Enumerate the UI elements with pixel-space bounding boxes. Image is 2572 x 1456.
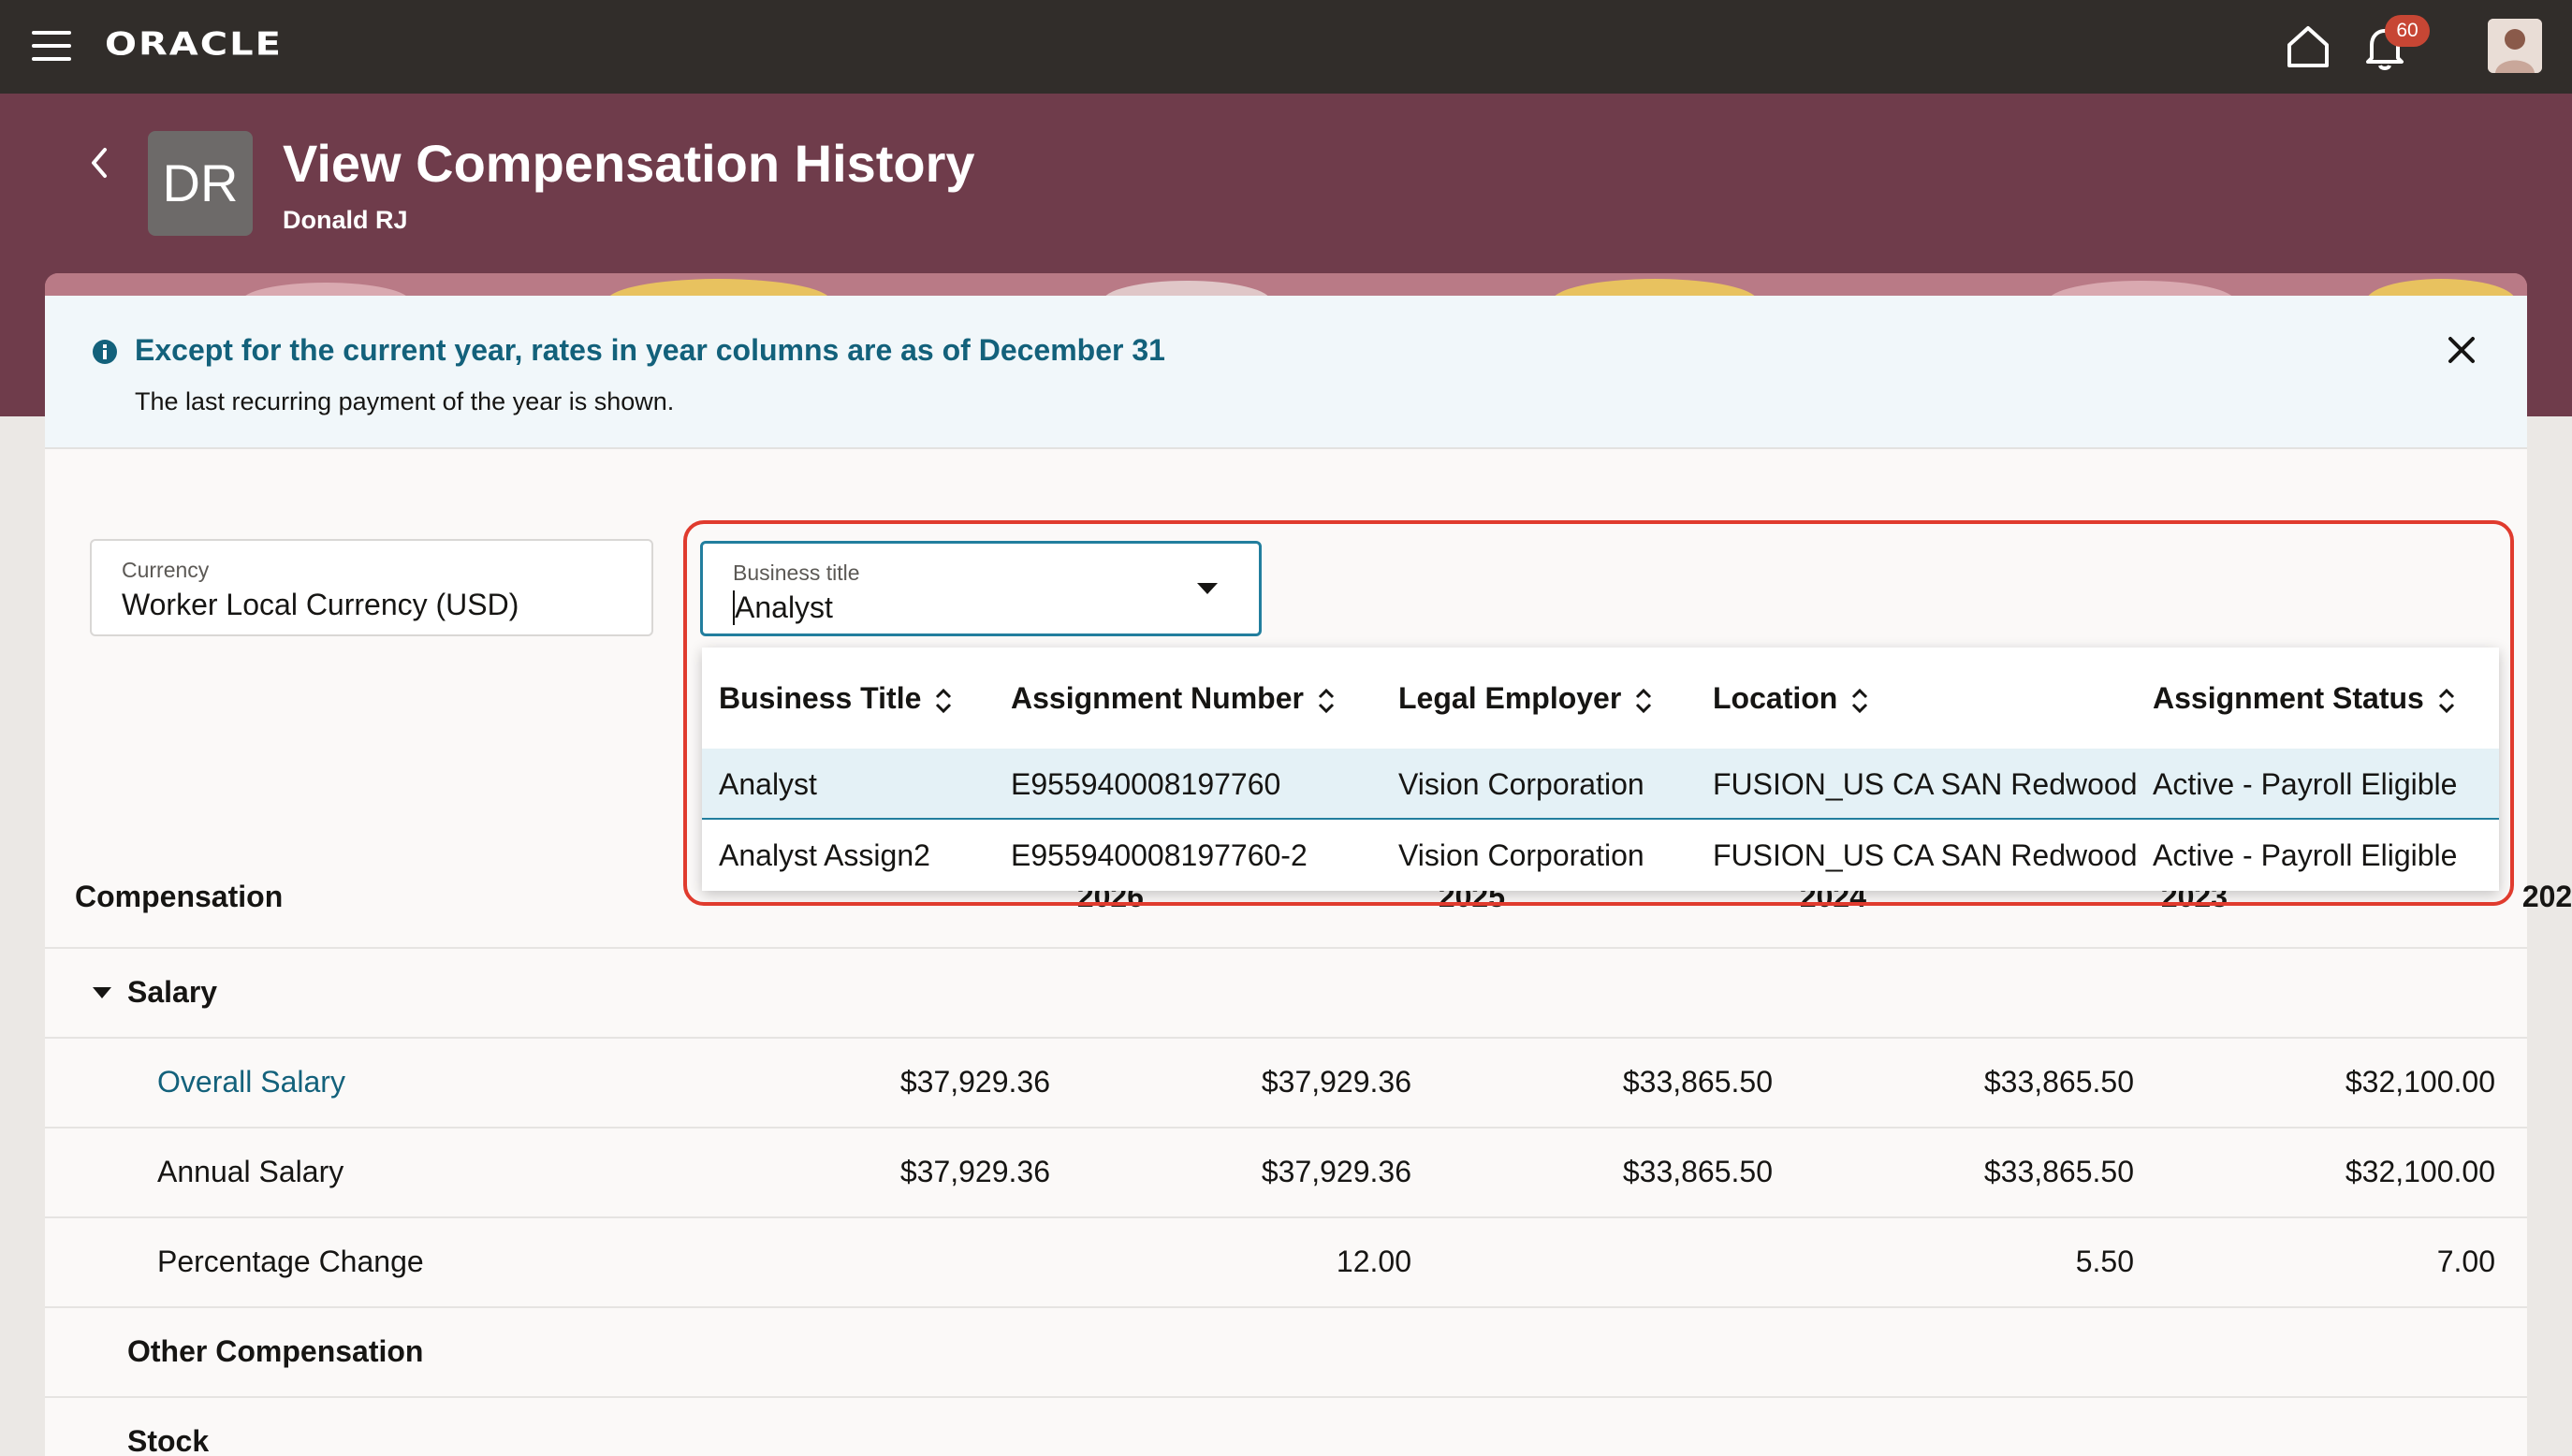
value-cell: 12.00 [1336, 1245, 1411, 1278]
table-row: Percentage Change 12.00 5.50 7.00 [45, 1216, 2527, 1306]
option-location: FUSION_US CA SAN Redwood [1713, 838, 2138, 872]
value-cell: $33,865.50 [1983, 1065, 2134, 1099]
value-cell: 7.00 [2436, 1245, 2495, 1278]
info-icon [93, 340, 117, 364]
option-business-title: Analyst [719, 767, 817, 801]
main-card: Except for the current year, rates in ye… [45, 296, 2572, 1456]
salary-section-label: Salary [127, 975, 218, 1009]
collapse-triangle-icon[interactable] [92, 986, 112, 999]
value-cell: $33,865.50 [1622, 1065, 1773, 1099]
sort-icon [1852, 688, 1868, 713]
chevron-down-icon[interactable] [1195, 581, 1220, 596]
business-title-dropdown: Business Title Assignment Number Legal E… [702, 648, 2499, 891]
dropdown-header: Business Title Assignment Number Legal E… [702, 648, 2499, 749]
currency-select[interactable]: Currency Worker Local Currency (USD) [90, 539, 653, 636]
home-icon[interactable] [2284, 22, 2332, 71]
column-business-title[interactable]: Business Title [719, 681, 953, 716]
notification-badge: 60 [2385, 15, 2430, 47]
value-cell: $37,929.36 [1261, 1065, 1411, 1099]
stock-label: Stock [127, 1424, 210, 1456]
salary-section-row[interactable]: Salary [45, 947, 2527, 1037]
option-assignment-number: E955940008197760 [1011, 767, 1281, 801]
top-bar: ORACLE 60 [0, 0, 2572, 94]
option-business-title: Analyst Assign2 [719, 838, 930, 872]
info-title: Except for the current year, rates in ye… [135, 333, 1165, 367]
other-compensation-label: Other Compensation [127, 1334, 424, 1368]
right-background [2527, 416, 2572, 1456]
close-icon[interactable] [2443, 331, 2480, 369]
column-location[interactable]: Location [1713, 681, 1869, 716]
value-cell: $33,865.50 [1622, 1155, 1773, 1188]
row-label: Annual Salary [157, 1155, 344, 1188]
person-initials-avatar: DR [148, 131, 253, 236]
option-assignment-number: E955940008197760-2 [1011, 838, 1308, 872]
column-assignment-status[interactable]: Assignment Status [2153, 681, 2456, 716]
table-row: Overall Salary $37,929.36 $37,929.36 $33… [45, 1037, 2527, 1127]
user-photo-icon [2488, 19, 2542, 73]
user-avatar[interactable] [2488, 19, 2542, 73]
option-legal-employer: Vision Corporation [1398, 838, 1644, 872]
option-assignment-status: Active - Payroll Eligible [2153, 767, 2458, 801]
sort-icon [1636, 688, 1652, 713]
stock-row[interactable]: Stock [45, 1396, 2527, 1456]
dropdown-option[interactable]: Analyst E955940008197760 Vision Corporat… [702, 749, 2499, 820]
option-location: FUSION_US CA SAN Redwood [1713, 767, 2138, 801]
business-title-input[interactable]: Analyst [733, 590, 833, 625]
sort-icon [936, 688, 952, 713]
value-cell: $32,100.00 [2345, 1065, 2495, 1099]
business-title-label: Business title [733, 561, 860, 585]
page-title: View Compensation History [283, 134, 975, 193]
value-cell: $37,929.36 [899, 1155, 1050, 1188]
value-cell: $37,929.36 [1261, 1155, 1411, 1188]
table-row: Annual Salary $37,929.36 $37,929.36 $33,… [45, 1127, 2527, 1216]
value-cell: 5.50 [2075, 1245, 2134, 1278]
option-legal-employer: Vision Corporation [1398, 767, 1644, 801]
oracle-logo[interactable]: ORACLE [105, 26, 283, 63]
currency-label: Currency [122, 558, 210, 582]
sort-icon [1318, 688, 1334, 713]
menu-icon[interactable] [32, 31, 71, 61]
info-text: The last recurring payment of the year i… [135, 387, 675, 415]
column-legal-employer[interactable]: Legal Employer [1398, 681, 1653, 716]
dropdown-option[interactable]: Analyst Assign2 E955940008197760-2 Visio… [702, 820, 2499, 891]
back-icon[interactable] [82, 142, 116, 183]
value-cell: $32,100.00 [2345, 1155, 2495, 1188]
overall-salary-link[interactable]: Overall Salary [157, 1065, 345, 1099]
compensation-label: Compensation [75, 880, 284, 913]
sort-icon [2438, 688, 2454, 713]
person-name: Donald RJ [283, 206, 408, 234]
value-cell: $33,865.50 [1983, 1155, 2134, 1188]
value-cell: $37,929.36 [899, 1065, 1050, 1099]
business-title-select[interactable]: Business title Analyst [700, 541, 1262, 636]
option-assignment-status: Active - Payroll Eligible [2153, 838, 2458, 872]
currency-value: Worker Local Currency (USD) [122, 588, 519, 621]
info-message: Except for the current year, rates in ye… [45, 296, 2527, 449]
column-assignment-number[interactable]: Assignment Number [1011, 681, 1336, 716]
row-label: Percentage Change [157, 1245, 424, 1278]
left-background [0, 416, 45, 1456]
other-compensation-row[interactable]: Other Compensation [45, 1306, 2527, 1396]
